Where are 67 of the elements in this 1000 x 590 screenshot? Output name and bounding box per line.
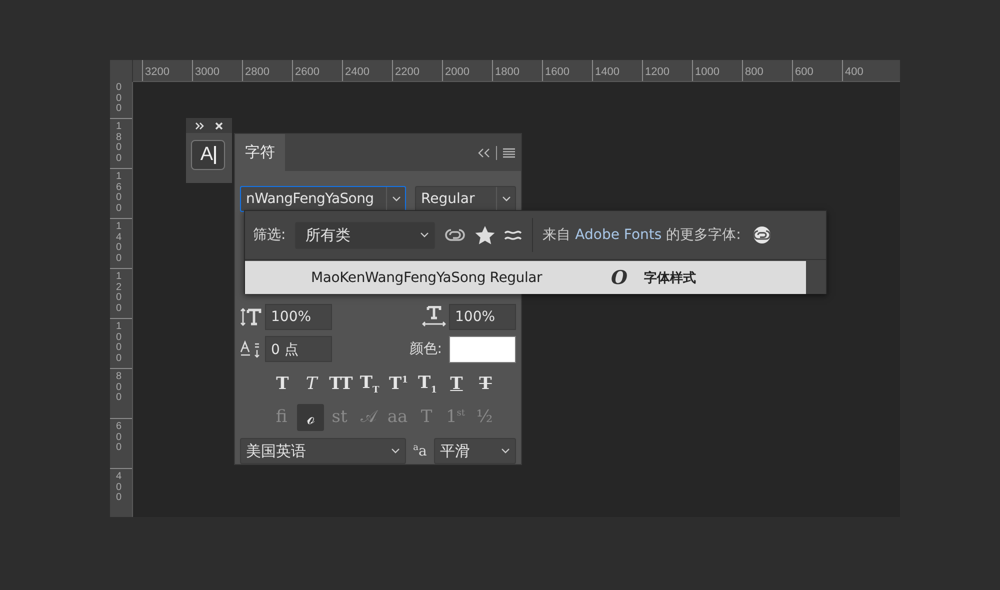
font-style-dropdown[interactable]: Regular [415, 186, 516, 212]
font-list-item[interactable]: MaoKenWangFengYaSong Regular O 字体样式 [245, 261, 806, 294]
approximately-icon[interactable] [504, 229, 522, 241]
font-name: MaoKenWangFengYaSong Regular [311, 270, 544, 286]
filter-dropdown[interactable]: 所有类 [294, 222, 435, 248]
underline-button[interactable]: T [442, 374, 471, 394]
horizontal-scale-icon [422, 306, 446, 328]
ruler-label: 600 [116, 422, 123, 454]
ruler-label: 800 [116, 372, 123, 404]
ruler-label: 1200 [116, 272, 123, 314]
ruler-label: 400 [842, 60, 892, 81]
chevron-icon [502, 196, 510, 202]
ruler-label: 2000 [442, 60, 492, 81]
vertical-scale-icon [240, 308, 262, 326]
small-caps-button[interactable]: T$_{T}$ [355, 372, 384, 396]
antialias-label: $^{a}$a [413, 442, 427, 460]
ruler-label: 1400 [116, 222, 123, 264]
font-sample-glyph: O [611, 266, 629, 288]
language-dropdown[interactable]: 美国英语 [240, 438, 406, 464]
collapse-icon[interactable] [478, 148, 490, 158]
ruler-label: 800 [742, 60, 792, 81]
ruler-label: 1600 [542, 60, 592, 81]
opentype-button[interactable]: ℴ [297, 404, 324, 430]
chevron-icon [500, 448, 510, 454]
color-label: 颜色: [409, 340, 442, 358]
panel-tab[interactable]: 字符 [235, 134, 285, 171]
font-family-field[interactable]: nWangFengYaSong [240, 186, 406, 212]
superscript-button[interactable]: T$^{1}$ [384, 374, 413, 394]
ruler-label: 1000 [116, 322, 123, 364]
adobe-fonts-link[interactable]: Adobe Fonts [575, 227, 662, 243]
ruler-label: 3000 [192, 60, 242, 81]
font-sample: 字体样式 [644, 270, 696, 286]
ruler-label: 2600 [292, 60, 342, 81]
ruler-label: 400 [116, 472, 123, 504]
expand-icon[interactable] [195, 122, 205, 130]
ruler-label: 1200 [642, 60, 692, 81]
character-panel-button[interactable]: A [191, 140, 225, 170]
horizontal-scale-field[interactable]: 100% [449, 304, 516, 330]
chevron-icon [391, 448, 400, 454]
subscript-button[interactable]: T$_{1}$ [413, 372, 442, 396]
strikethrough-button[interactable]: T [471, 374, 500, 394]
ruler-label: 1400 [592, 60, 642, 81]
star-icon[interactable] [474, 226, 495, 244]
filter-label: 筛选: [253, 226, 286, 244]
ruler-label: 600 [792, 60, 842, 81]
ruler-label: 2400 [342, 60, 392, 81]
antialias-dropdown[interactable]: 平滑 [434, 438, 516, 464]
ruler-label: 2800 [242, 60, 292, 81]
ruler-label: 000 [116, 83, 123, 114]
baseline-shift-field[interactable]: 0 点 [265, 336, 332, 362]
chevron-icon [392, 196, 400, 202]
vertical-scale-field[interactable]: 100% [265, 304, 332, 330]
ruler-label: 1800 [116, 122, 123, 164]
faux-bold-button[interactable]: T [268, 374, 297, 394]
ruler-label: 1000 [692, 60, 742, 81]
close-icon[interactable] [215, 122, 223, 130]
all-caps-button[interactable]: TT [326, 374, 355, 394]
ruler-label: 3200 [142, 60, 192, 81]
chevron-icon [420, 232, 429, 238]
faux-italic-button[interactable]: T [297, 374, 326, 394]
color-swatch[interactable] [449, 336, 516, 362]
menu-icon[interactable] [503, 148, 515, 158]
baseline-shift-icon [240, 340, 262, 358]
ruler-label: 1800 [492, 60, 542, 81]
more-fonts-text: 来自 Adobe Fonts 的更多字体: [542, 226, 741, 244]
ruler-label: 1600 [116, 172, 123, 214]
ruler-label: 2200 [392, 60, 442, 81]
